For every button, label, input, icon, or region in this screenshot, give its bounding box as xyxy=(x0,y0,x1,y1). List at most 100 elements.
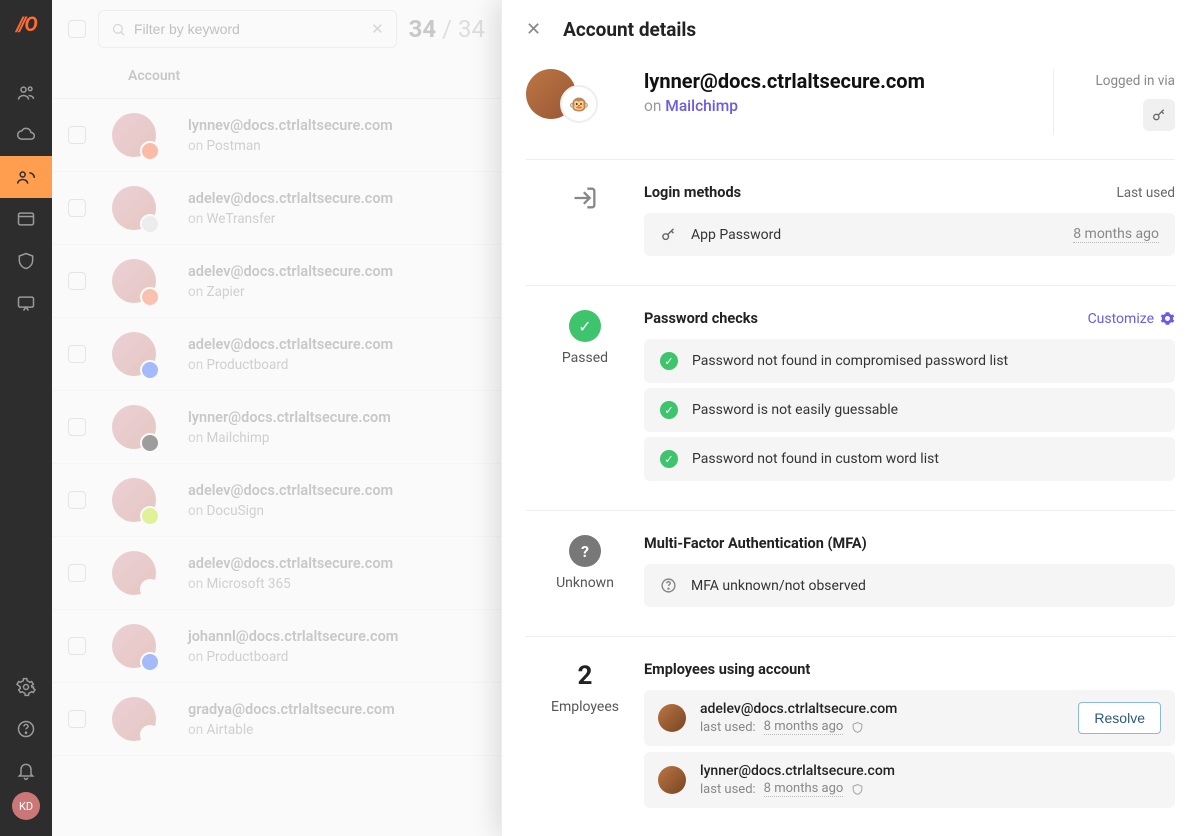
row-email: adelev@docs.ctrlaltsecure.com xyxy=(188,263,485,280)
account-row[interactable]: lynnev@docs.ctrlaltsecure.com on Postman xyxy=(52,99,501,172)
password-check-row: ✓ Password not found in compromised passw… xyxy=(644,339,1175,383)
account-row[interactable]: adelev@docs.ctrlaltsecure.com on DocuSig… xyxy=(52,464,501,537)
check-text: Password not found in custom word list xyxy=(692,451,939,467)
row-checkbox[interactable] xyxy=(68,637,86,655)
account-row[interactable]: adelev@docs.ctrlaltsecure.com on WeTrans… xyxy=(52,172,501,245)
password-check-row: ✓ Password is not easily guessable xyxy=(644,388,1175,432)
app-badge-icon xyxy=(140,725,160,745)
mfa-status-row: MFA unknown/not observed xyxy=(644,564,1175,607)
row-avatar xyxy=(112,186,156,230)
shield-icon xyxy=(851,783,864,796)
sidebar-item-users-icon[interactable] xyxy=(0,72,52,114)
employee-avatar xyxy=(658,704,686,732)
row-app: on Mailchimp xyxy=(188,430,485,446)
app-badge-icon xyxy=(140,141,160,161)
row-app: on Postman xyxy=(188,138,485,154)
sidebar: //O KD xyxy=(0,0,52,836)
password-checks-heading: Password checks xyxy=(644,310,758,327)
row-email: gradya@docs.ctrlaltsecure.com xyxy=(188,701,485,718)
row-avatar xyxy=(112,551,156,595)
sidebar-item-chat-icon[interactable] xyxy=(0,282,52,324)
employee-avatar xyxy=(658,766,686,794)
sidebar-item-cloud-icon[interactable] xyxy=(0,114,52,156)
account-row[interactable]: gradya@docs.ctrlaltsecure.com on Airtabl… xyxy=(52,683,501,756)
row-avatar xyxy=(112,697,156,741)
sidebar-item-help-icon[interactable] xyxy=(0,708,52,750)
mailchimp-app-badge: 🐵 xyxy=(560,85,598,123)
accounts-list-panel: ✕ 34 / 34 Account lynnev@docs.ctrlaltsec… xyxy=(52,0,501,836)
row-email: adelev@docs.ctrlaltsecure.com xyxy=(188,336,485,353)
resolve-button[interactable]: Resolve xyxy=(1078,702,1161,734)
row-checkbox[interactable] xyxy=(68,272,86,290)
mfa-unknown-label: Unknown xyxy=(556,575,614,591)
row-app: on WeTransfer xyxy=(188,211,485,227)
sidebar-item-settings-icon[interactable] xyxy=(0,666,52,708)
account-row[interactable]: lynner@docs.ctrlaltsecure.com on Mailchi… xyxy=(52,391,501,464)
account-service: on Mailchimp xyxy=(644,97,1053,115)
login-method-name: App Password xyxy=(691,227,781,243)
panel-title: Account details xyxy=(563,18,696,41)
logo[interactable]: //O xyxy=(16,12,35,36)
check-icon: ✓ xyxy=(660,352,678,370)
employee-email: adelev@docs.ctrlaltsecure.com xyxy=(700,701,897,717)
row-checkbox[interactable] xyxy=(68,418,86,436)
sidebar-item-bell-icon[interactable] xyxy=(0,750,52,792)
mfa-status-text: MFA unknown/not observed xyxy=(691,578,866,594)
row-checkbox[interactable] xyxy=(68,199,86,217)
app-badge-icon xyxy=(140,506,160,526)
user-avatar[interactable]: KD xyxy=(12,792,40,820)
row-app: on Zapier xyxy=(188,284,485,300)
account-row[interactable]: adelev@docs.ctrlaltsecure.com on Microso… xyxy=(52,537,501,610)
row-checkbox[interactable] xyxy=(68,710,86,728)
row-checkbox[interactable] xyxy=(68,564,86,582)
question-small-icon xyxy=(660,577,677,594)
check-icon: ✓ xyxy=(660,450,678,468)
row-app: on Airtable xyxy=(188,722,485,738)
accounts-rows: lynnev@docs.ctrlaltsecure.com on Postman… xyxy=(52,99,501,836)
row-checkbox[interactable] xyxy=(68,345,86,363)
row-avatar xyxy=(112,405,156,449)
row-app: on Productboard xyxy=(188,357,485,373)
check-icon: ✓ xyxy=(660,401,678,419)
app-badge-icon xyxy=(140,287,160,307)
close-icon[interactable]: ✕ xyxy=(526,19,541,40)
row-app: on DocuSign xyxy=(188,503,485,519)
account-row[interactable]: adelev@docs.ctrlaltsecure.com on Product… xyxy=(52,318,501,391)
customize-link[interactable]: Customize xyxy=(1088,311,1175,327)
check-text: Password not found in compromised passwo… xyxy=(692,353,1008,369)
sidebar-item-accounts-icon[interactable] xyxy=(0,156,52,198)
row-app: on Productboard xyxy=(188,649,485,665)
sidebar-item-browser-icon[interactable] xyxy=(0,198,52,240)
mfa-heading: Multi-Factor Authentication (MFA) xyxy=(644,535,867,552)
app-badge-icon xyxy=(140,433,160,453)
employees-label: Employees xyxy=(551,699,619,715)
employee-email: lynner@docs.ctrlaltsecure.com xyxy=(700,763,895,779)
row-checkbox[interactable] xyxy=(68,491,86,509)
account-row[interactable]: johannl@docs.ctrlaltsecure.com on Produc… xyxy=(52,610,501,683)
row-email: adelev@docs.ctrlaltsecure.com xyxy=(188,190,485,207)
select-all-checkbox[interactable] xyxy=(68,20,86,38)
employee-lastused: last used: 8 months ago xyxy=(700,719,897,735)
sidebar-item-shield-icon[interactable] xyxy=(0,240,52,282)
app-badge-icon xyxy=(140,579,160,599)
row-avatar xyxy=(112,259,156,303)
employee-row: adelev@docs.ctrlaltsecure.com last used:… xyxy=(644,690,1175,746)
check-text: Password is not easily guessable xyxy=(692,402,898,418)
employee-lastused: last used: 8 months ago xyxy=(700,781,895,797)
employees-heading: Employees using account xyxy=(644,661,810,678)
search-icon xyxy=(111,22,126,37)
login-methods-heading: Login methods xyxy=(644,184,741,201)
service-link[interactable]: Mailchimp xyxy=(665,97,738,115)
account-row[interactable]: adelev@docs.ctrlaltsecure.com on Zapier xyxy=(52,245,501,318)
last-used-header: Last used xyxy=(1116,185,1175,201)
clear-filter-icon[interactable]: ✕ xyxy=(371,20,384,38)
employee-row: lynner@docs.ctrlaltsecure.com last used:… xyxy=(644,752,1175,808)
shield-icon xyxy=(851,721,864,734)
row-email: johannl@docs.ctrlaltsecure.com xyxy=(188,628,485,645)
account-column-header[interactable]: Account xyxy=(128,68,180,84)
row-avatar xyxy=(112,478,156,522)
filter-input-wrapper[interactable]: ✕ xyxy=(98,10,397,48)
table-header: Account xyxy=(52,58,501,99)
filter-input[interactable] xyxy=(134,21,371,37)
row-checkbox[interactable] xyxy=(68,126,86,144)
